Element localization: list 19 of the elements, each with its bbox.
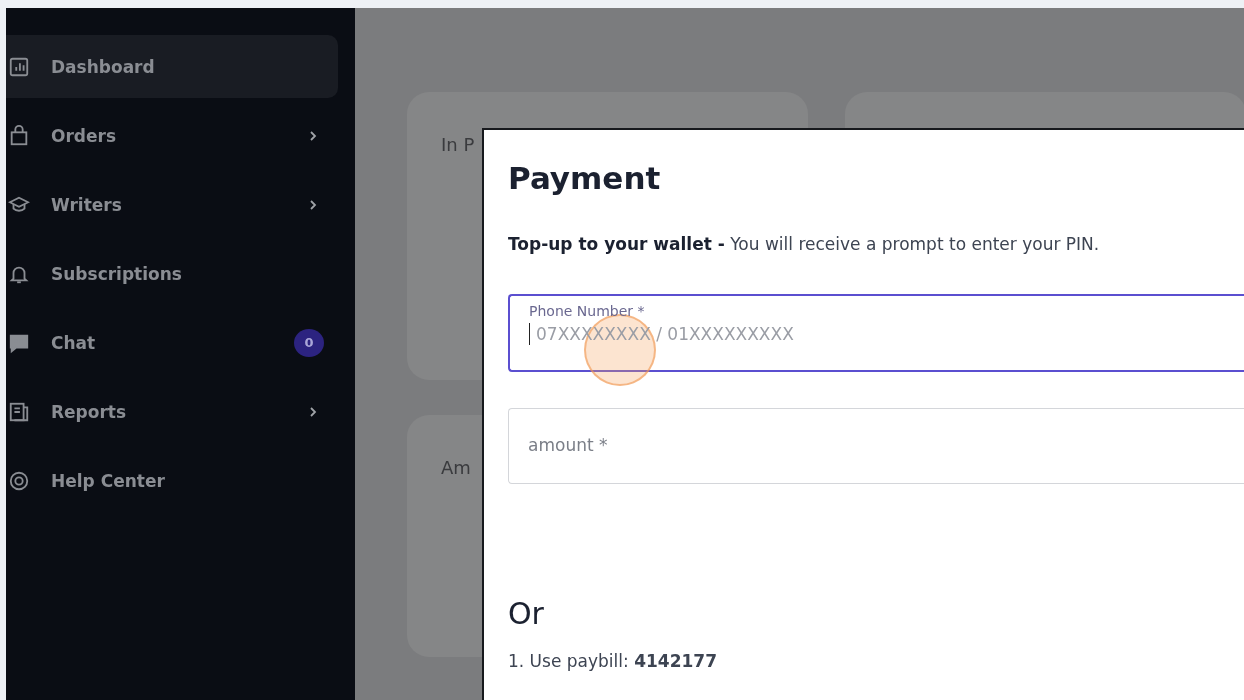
or-heading: Or [508, 596, 545, 631]
sidebar-item[interactable]: Chat 0 [6, 311, 338, 374]
sidebar-item[interactable]: Help Center [6, 449, 338, 512]
sidebar-item[interactable]: Subscriptions [6, 242, 338, 305]
card-title: Am [441, 457, 471, 478]
dialog-title: Payment [508, 160, 662, 196]
bag-icon [8, 124, 30, 147]
dialog-description: Top-up to your wallet - You will receive a prompt to enter your PIN. [508, 234, 1101, 254]
paybill-instruction: 1. Use paybill: 4142177 [508, 651, 718, 671]
sidebar-item[interactable]: Reports [6, 380, 338, 443]
report-icon [8, 400, 30, 423]
input-field[interactable]: amount * [508, 408, 1244, 484]
chart-icon [8, 55, 30, 78]
sidebar-item[interactable]: Orders [6, 104, 338, 167]
count-badge: 0 [294, 328, 324, 357]
lifebuoy-icon [8, 469, 30, 492]
sidebar-item[interactable]: Dashboard [6, 35, 338, 98]
card-title: In P [441, 134, 475, 155]
sidebar-item[interactable]: Writers [6, 173, 338, 236]
